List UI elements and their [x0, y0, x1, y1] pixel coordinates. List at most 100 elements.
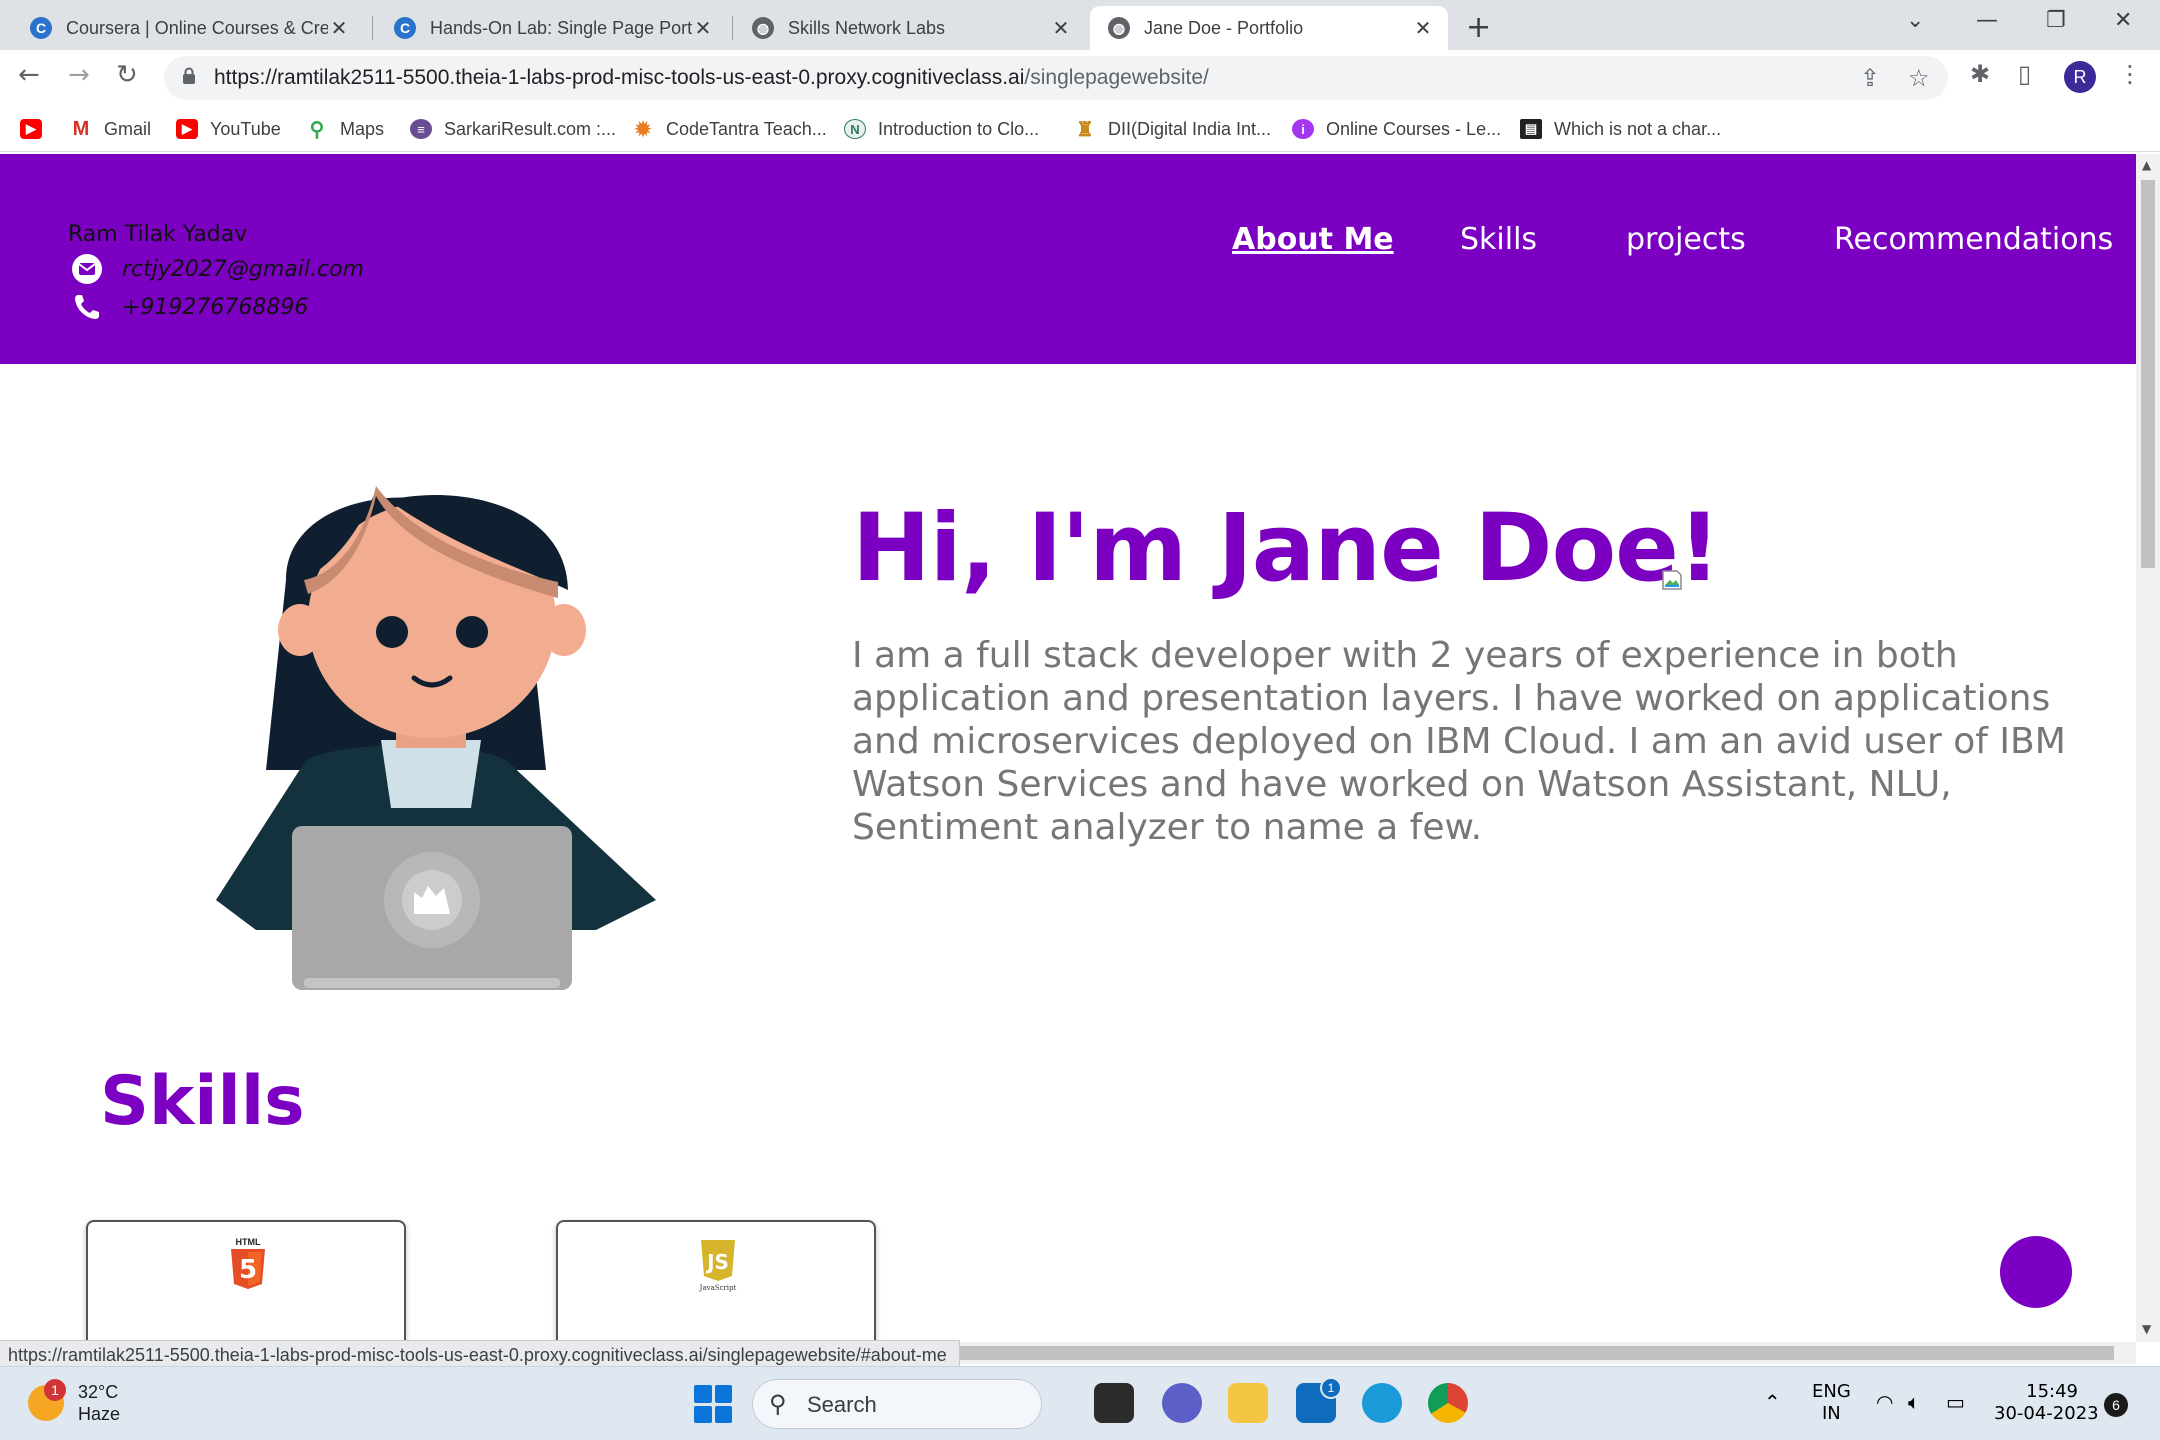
search-placeholder: Search: [807, 1392, 877, 1417]
sarkari-icon: ≡: [410, 119, 432, 139]
tab-title: Hands-On Lab: Single Page Portfo: [430, 17, 692, 38]
javascript-logo-icon: JS JavaScript: [699, 1240, 737, 1292]
page-icon: ▤: [1520, 119, 1542, 139]
chrome-icon[interactable]: [1428, 1383, 1468, 1423]
gmail-icon: M: [70, 118, 92, 140]
volume-icon[interactable]: 🔈︎: [1908, 1391, 1920, 1413]
phone-icon: [75, 295, 99, 319]
mail-icon[interactable]: 1: [1296, 1377, 1342, 1423]
profile-avatar[interactable]: R: [2064, 61, 2096, 93]
new-tab-icon[interactable]: +: [1466, 10, 1491, 45]
url-host: https://ramtilak2511-5500.theia-1-labs-p…: [214, 66, 1025, 89]
minimize-icon[interactable]: —: [1976, 8, 1998, 33]
battery-icon[interactable]: ▭: [1946, 1391, 1965, 1413]
bookmark-label: Which is not a char...: [1554, 118, 1722, 139]
edge-icon[interactable]: [1362, 1383, 1402, 1423]
bookmark-label: CodeTantra Teach...: [666, 118, 827, 139]
scroll-top-button[interactable]: [2000, 1236, 2072, 1308]
bookmark-which-char[interactable]: ▤ Which is not a char...: [1520, 114, 1721, 144]
windows-logo-icon: [694, 1385, 712, 1403]
nav-about-me[interactable]: About Me: [1232, 222, 1394, 257]
email-text: rctjy2027@gmail.com: [122, 256, 364, 282]
taskbar-search[interactable]: ⚲ Search: [752, 1379, 1042, 1429]
share-icon[interactable]: ⇪: [1860, 64, 1880, 92]
codetantra-icon: ✹: [632, 119, 654, 141]
search-icon: ⚲: [769, 1391, 787, 1418]
language-indicator[interactable]: ENG IN: [1812, 1381, 1851, 1425]
close-tab-icon[interactable]: ✕: [328, 16, 350, 41]
globe-icon: ◍: [752, 17, 774, 39]
youtube-icon: ▶: [20, 119, 42, 139]
side-panel-icon[interactable]: ▯: [2018, 60, 2031, 88]
file-explorer-icon[interactable]: [1228, 1383, 1268, 1423]
reload-icon[interactable]: ↻: [116, 60, 138, 90]
bookmark-youtube[interactable]: ▶ YouTube: [176, 114, 281, 144]
tab-skills-network[interactable]: ◍ Skills Network Labs ✕: [734, 6, 1086, 50]
tab-hands-on-lab[interactable]: C Hands-On Lab: Single Page Portfo ✕: [376, 6, 728, 50]
bookmark-label: Gmail: [104, 118, 152, 139]
tab-jane-doe-portfolio[interactable]: ◍ Jane Doe - Portfolio ✕: [1090, 6, 1448, 50]
nav-skills[interactable]: Skills: [1460, 222, 1537, 257]
vertical-scrollbar[interactable]: ▲ ▼: [2136, 154, 2160, 1342]
tab-title: Skills Network Labs: [788, 17, 946, 38]
owner-name: Ram Tilak Yadav: [68, 222, 248, 247]
weather-widget[interactable]: 1 32°C Haze: [28, 1379, 121, 1425]
bookmark-sarkari[interactable]: ≡ SarkariResult.com :...: [410, 114, 616, 144]
weather-condition: Haze: [78, 1404, 121, 1424]
menu-icon[interactable]: ⋮: [2118, 60, 2142, 88]
close-tab-icon[interactable]: ✕: [692, 16, 714, 41]
bookmark-maps[interactable]: ⚲ Maps: [306, 114, 384, 144]
bookmark-dii[interactable]: ♜ DII(Digital India Int...: [1074, 114, 1271, 144]
url-path: /singlepagewebsite/: [1024, 66, 1209, 89]
clock-time: 15:49: [2026, 1381, 2078, 1402]
address-bar[interactable]: https://ramtilak2511-5500.theia-1-labs-p…: [164, 56, 1948, 100]
clock[interactable]: 15:49 30-04-2023: [1994, 1381, 2099, 1425]
youtube-icon: ▶: [176, 119, 198, 139]
back-icon[interactable]: ←: [18, 60, 40, 90]
scrollbar-thumb[interactable]: [2141, 180, 2155, 568]
svg-text:JS: JS: [705, 1250, 729, 1274]
globe-icon: ◍: [1108, 17, 1130, 39]
weather-badge: 1: [44, 1379, 66, 1401]
close-tab-icon[interactable]: ✕: [1412, 16, 1434, 41]
tray-chevron-icon[interactable]: ⌃: [1764, 1391, 1781, 1413]
forward-icon[interactable]: →: [68, 60, 90, 90]
scroll-up-icon[interactable]: ▲: [2142, 158, 2151, 172]
restore-icon[interactable]: ❐: [2046, 8, 2066, 33]
url-text: https://ramtilak2511-5500.theia-1-labs-p…: [214, 66, 1209, 90]
wifi-icon[interactable]: ◠: [1876, 1391, 1893, 1413]
svg-text:5: 5: [239, 1255, 257, 1285]
email-icon: [72, 254, 102, 284]
avatar-illustration: [216, 486, 656, 990]
n-icon: N: [844, 119, 866, 139]
bookmark-intro-cloud[interactable]: N Introduction to Clo...: [844, 114, 1039, 144]
bookmark-star-icon[interactable]: ☆: [1908, 64, 1930, 92]
clock-date: 30-04-2023: [1994, 1403, 2099, 1424]
tab-search-icon[interactable]: ⌄: [1906, 8, 1924, 33]
start-button[interactable]: [694, 1385, 732, 1423]
email-contact[interactable]: rctjy2027@gmail.com: [72, 254, 364, 284]
tab-coursera[interactable]: C Coursera | Online Courses & Cred ✕: [12, 6, 364, 50]
notification-badge[interactable]: 6: [2104, 1393, 2128, 1417]
dii-icon: ♜: [1074, 119, 1096, 141]
tab-separator: [732, 16, 733, 40]
bookmark-codetantra[interactable]: ✹ CodeTantra Teach...: [632, 114, 827, 144]
task-view-icon[interactable]: [1094, 1383, 1134, 1423]
mail-badge: 1: [1320, 1377, 1342, 1399]
nav-projects[interactable]: projects: [1626, 222, 1746, 257]
window-close-icon[interactable]: ✕: [2114, 8, 2132, 33]
bookmark-youtube-shortcut[interactable]: ▶: [20, 114, 54, 144]
page-viewport: Ram Tilak Yadav rctjy2027@gmail.com +919…: [0, 154, 2136, 1342]
scroll-down-icon[interactable]: ▼: [2142, 1322, 2151, 1336]
phone-contact[interactable]: +919276768896: [72, 292, 308, 322]
teams-chat-icon[interactable]: [1162, 1383, 1202, 1423]
bookmark-gmail[interactable]: M Gmail: [70, 114, 151, 144]
nav-recommendations[interactable]: Recommendations: [1834, 222, 2113, 257]
svg-text:JavaScript: JavaScript: [699, 1284, 737, 1292]
bookmark-label: Introduction to Clo...: [878, 118, 1040, 139]
extensions-icon[interactable]: ✱: [1970, 60, 1990, 88]
close-tab-icon[interactable]: ✕: [1050, 16, 1072, 41]
site-header: Ram Tilak Yadav rctjy2027@gmail.com +919…: [0, 154, 2136, 364]
phone-text: +919276768896: [122, 294, 309, 320]
bookmark-online-courses[interactable]: i Online Courses - Le...: [1292, 114, 1501, 144]
